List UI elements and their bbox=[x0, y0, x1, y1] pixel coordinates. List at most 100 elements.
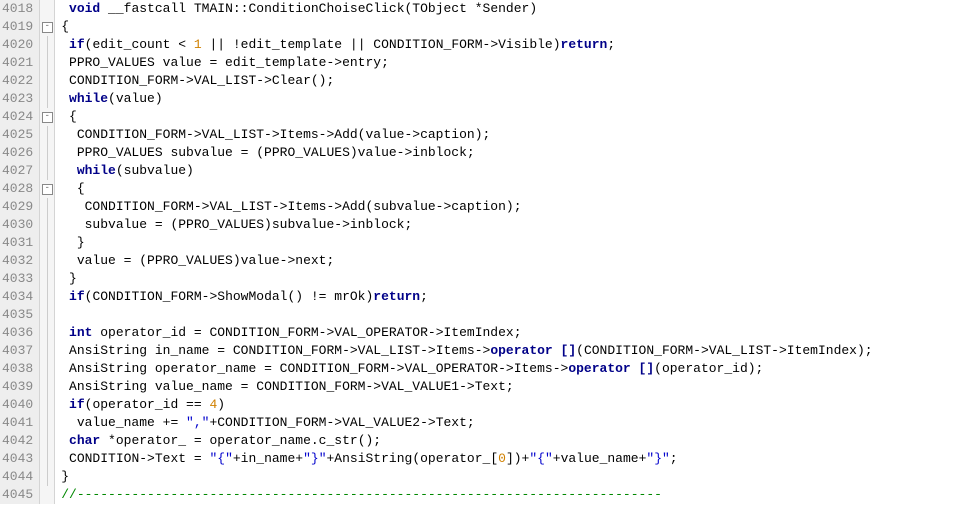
code-line[interactable]: //--------------------------------------… bbox=[61, 486, 969, 504]
code-line[interactable]: int operator_id = CONDITION_FORM->VAL_OP… bbox=[61, 324, 969, 342]
code-line[interactable]: if(operator_id == 4) bbox=[61, 396, 969, 414]
fold-cell bbox=[40, 0, 54, 18]
line-number: 4025 bbox=[2, 126, 33, 144]
code-line[interactable]: PPRO_VALUES value = edit_template->entry… bbox=[61, 54, 969, 72]
code-line[interactable]: while(subvalue) bbox=[61, 162, 969, 180]
fold-guide-icon bbox=[47, 324, 48, 342]
line-number: 4023 bbox=[2, 90, 33, 108]
code-line[interactable]: AnsiString in_name = CONDITION_FORM->VAL… bbox=[61, 342, 969, 360]
fold-toggle-icon[interactable]: - bbox=[42, 184, 53, 195]
token-num: 0 bbox=[498, 451, 506, 466]
line-number: 4036 bbox=[2, 324, 33, 342]
fold-cell bbox=[40, 126, 54, 144]
fold-guide-icon bbox=[47, 72, 48, 90]
code-line[interactable]: void __fastcall TMAIN::ConditionChoiseCl… bbox=[61, 0, 969, 18]
fold-guide-icon bbox=[47, 126, 48, 144]
token-kw: if bbox=[69, 37, 85, 52]
code-line[interactable]: char *operator_ = operator_name.c_str(); bbox=[61, 432, 969, 450]
line-number: 4034 bbox=[2, 288, 33, 306]
fold-guide-icon bbox=[47, 342, 48, 360]
fold-cell[interactable]: - bbox=[40, 180, 54, 198]
code-line[interactable]: value = (PPRO_VALUES)value->next; bbox=[61, 252, 969, 270]
code-line[interactable]: } bbox=[61, 468, 969, 486]
token-kw: if bbox=[69, 289, 85, 304]
code-line[interactable]: CONDITION_FORM->VAL_LIST->Items->Add(val… bbox=[61, 126, 969, 144]
fold-cell bbox=[40, 432, 54, 450]
fold-cell bbox=[40, 90, 54, 108]
fold-toggle-icon[interactable]: - bbox=[42, 22, 53, 33]
code-line[interactable] bbox=[61, 306, 969, 324]
fold-cell bbox=[40, 54, 54, 72]
token-str: "}" bbox=[646, 451, 669, 466]
line-number: 4045 bbox=[2, 486, 33, 504]
code-line[interactable]: while(value) bbox=[61, 90, 969, 108]
fold-guide-icon bbox=[47, 468, 48, 486]
code-line[interactable]: AnsiString operator_name = CONDITION_FOR… bbox=[61, 360, 969, 378]
line-number: 4019 bbox=[2, 18, 33, 36]
code-line[interactable]: CONDITION_FORM->VAL_LIST->Clear(); bbox=[61, 72, 969, 90]
fold-toggle-icon[interactable]: - bbox=[42, 112, 53, 123]
code-line[interactable]: { bbox=[61, 180, 969, 198]
line-number: 4029 bbox=[2, 198, 33, 216]
fold-cell bbox=[40, 198, 54, 216]
fold-margin[interactable]: - - - bbox=[40, 0, 55, 504]
fold-guide-icon bbox=[47, 414, 48, 432]
token-str: "{" bbox=[209, 451, 232, 466]
token-kw: return bbox=[561, 37, 608, 52]
code-line[interactable]: value_name += ","+CONDITION_FORM->VAL_VA… bbox=[61, 414, 969, 432]
fold-cell[interactable]: - bbox=[40, 18, 54, 36]
fold-cell bbox=[40, 306, 54, 324]
fold-cell bbox=[40, 252, 54, 270]
token-cmt: //--------------------------------------… bbox=[61, 487, 662, 502]
token-str: "}" bbox=[303, 451, 326, 466]
fold-cell bbox=[40, 468, 54, 486]
code-line[interactable]: if(CONDITION_FORM->ShowModal() != mrOk)r… bbox=[61, 288, 969, 306]
line-number: 4038 bbox=[2, 360, 33, 378]
line-number: 4028 bbox=[2, 180, 33, 198]
fold-cell bbox=[40, 378, 54, 396]
line-number: 4040 bbox=[2, 396, 33, 414]
line-number: 4024 bbox=[2, 108, 33, 126]
code-line[interactable]: } bbox=[61, 234, 969, 252]
fold-guide-icon bbox=[47, 306, 48, 324]
fold-guide-icon bbox=[47, 396, 48, 414]
code-line[interactable]: if(edit_count < 1 || !edit_template || C… bbox=[61, 36, 969, 54]
fold-cell bbox=[40, 360, 54, 378]
fold-cell bbox=[40, 450, 54, 468]
fold-cell[interactable]: - bbox=[40, 108, 54, 126]
fold-guide-icon bbox=[47, 54, 48, 72]
code-line[interactable]: PPRO_VALUES subvalue = (PPRO_VALUES)valu… bbox=[61, 144, 969, 162]
code-line[interactable]: CONDITION_FORM->VAL_LIST->Items->Add(sub… bbox=[61, 198, 969, 216]
fold-guide-icon bbox=[47, 234, 48, 252]
fold-cell bbox=[40, 324, 54, 342]
line-number: 4033 bbox=[2, 270, 33, 288]
fold-cell bbox=[40, 396, 54, 414]
fold-guide-icon bbox=[47, 36, 48, 54]
line-number: 4022 bbox=[2, 72, 33, 90]
line-number: 4043 bbox=[2, 450, 33, 468]
token-str: "{" bbox=[529, 451, 552, 466]
fold-guide-icon bbox=[47, 162, 48, 180]
fold-cell bbox=[40, 216, 54, 234]
line-number: 4044 bbox=[2, 468, 33, 486]
fold-guide-icon bbox=[47, 432, 48, 450]
fold-guide-icon bbox=[47, 450, 48, 468]
line-number: 4041 bbox=[2, 414, 33, 432]
code-line[interactable]: { bbox=[61, 18, 969, 36]
code-line[interactable]: CONDITION->Text = "{"+in_name+"}"+AnsiSt… bbox=[61, 450, 969, 468]
token-str: "," bbox=[186, 415, 209, 430]
fold-cell bbox=[40, 288, 54, 306]
code-line[interactable]: AnsiString value_name = CONDITION_FORM->… bbox=[61, 378, 969, 396]
line-number-gutter: 4018401940204021402240234024402540264027… bbox=[0, 0, 40, 504]
line-number: 4031 bbox=[2, 234, 33, 252]
token-kw: while bbox=[69, 91, 108, 106]
code-line[interactable]: } bbox=[61, 270, 969, 288]
code-line[interactable]: subvalue = (PPRO_VALUES)subvalue->inbloc… bbox=[61, 216, 969, 234]
code-line[interactable]: { bbox=[61, 108, 969, 126]
fold-cell bbox=[40, 36, 54, 54]
token-num: 4 bbox=[209, 397, 217, 412]
code-editor[interactable]: void __fastcall TMAIN::ConditionChoiseCl… bbox=[55, 0, 969, 504]
token-kw: char bbox=[69, 433, 100, 448]
line-number: 4039 bbox=[2, 378, 33, 396]
line-number: 4027 bbox=[2, 162, 33, 180]
